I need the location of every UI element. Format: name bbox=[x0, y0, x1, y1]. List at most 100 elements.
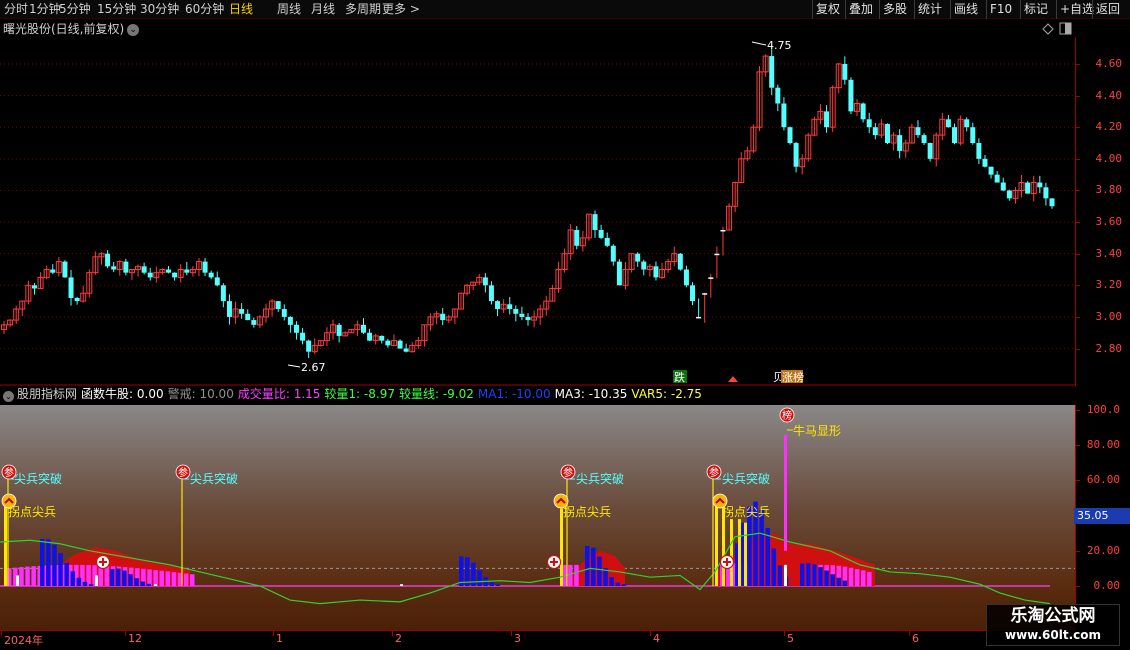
candle-body bbox=[239, 309, 245, 314]
candle bbox=[287, 316, 293, 333]
candle bbox=[574, 226, 580, 250]
candle bbox=[635, 252, 641, 267]
candle bbox=[464, 283, 471, 296]
period-tab-5[interactable]: 60分钟 bbox=[185, 1, 224, 18]
indicator-field-label: 较量1: bbox=[324, 387, 361, 401]
candle bbox=[37, 272, 44, 290]
toolbar-button-8[interactable]: 返回 bbox=[1096, 1, 1120, 18]
candle-body bbox=[952, 127, 958, 144]
indicator-field-label: 较量线: bbox=[398, 387, 440, 401]
period-tab-0[interactable]: 分时 bbox=[4, 1, 28, 18]
blue-volume-bar bbox=[70, 571, 75, 586]
collapse-icon[interactable]: ⌄ bbox=[3, 391, 14, 402]
turning-label: 拐点尖兵 bbox=[563, 504, 611, 519]
candlestick-chart[interactable]: 4.752.67跌 贝涨榜 bbox=[0, 37, 1075, 386]
toolbar-button-4[interactable]: 画线 bbox=[954, 1, 978, 18]
candle bbox=[592, 210, 598, 238]
candle-body bbox=[1037, 182, 1043, 188]
candle bbox=[342, 331, 349, 337]
toolbar-button-5[interactable]: F10 bbox=[990, 1, 1012, 18]
toolbar-button-3[interactable]: 统计 bbox=[918, 1, 942, 18]
candle-body bbox=[208, 272, 214, 278]
window-controls bbox=[1040, 22, 1074, 36]
chevron-down-icon[interactable]: ⌄ bbox=[127, 24, 140, 36]
period-tab-4[interactable]: 30分钟 bbox=[140, 1, 179, 18]
candle bbox=[902, 139, 909, 158]
toolbar-button-6[interactable]: 标记 bbox=[1024, 1, 1048, 18]
candle bbox=[653, 261, 659, 281]
toolbar-button-1[interactable]: 叠加 bbox=[849, 1, 873, 18]
candle-body bbox=[226, 301, 232, 317]
badge-can: 参 bbox=[563, 466, 573, 479]
candle bbox=[427, 313, 434, 331]
candle bbox=[184, 261, 190, 276]
panel-controls-icon[interactable] bbox=[1040, 22, 1074, 36]
toolbar-button-2[interactable]: 多股 bbox=[883, 1, 907, 18]
candle bbox=[507, 297, 513, 315]
candle bbox=[293, 321, 299, 340]
candle-body bbox=[336, 324, 342, 336]
candle bbox=[775, 84, 781, 111]
candle-body bbox=[214, 277, 220, 286]
period-tab-7[interactable]: 周线 bbox=[277, 1, 301, 18]
candle bbox=[732, 181, 739, 213]
candle bbox=[208, 270, 214, 280]
badge-can: 参 bbox=[178, 466, 188, 479]
indicator-background bbox=[0, 405, 1075, 630]
candle bbox=[890, 132, 897, 151]
date-label: 2024年 bbox=[4, 634, 43, 647]
candle-body bbox=[513, 309, 519, 314]
date-label: 3 bbox=[514, 632, 521, 645]
breakout-label: 尖兵突破 bbox=[14, 471, 62, 486]
period-tab-8[interactable]: 月线 bbox=[311, 1, 335, 18]
indicator-chart[interactable]: 参 参 参 参 榜尖兵突破 尖兵突破 尖兵突破 尖兵突破拐点尖兵 拐点尖兵 拐点尖兵 牛马显形 bbox=[0, 405, 1075, 630]
candle bbox=[403, 343, 409, 353]
toolbar-separator bbox=[950, 0, 951, 19]
candle bbox=[762, 54, 769, 77]
candle bbox=[177, 264, 184, 283]
toolbar-button-7[interactable]: +自选 bbox=[1060, 1, 1094, 18]
candle bbox=[495, 300, 501, 317]
candle-body bbox=[964, 119, 970, 128]
candle bbox=[306, 339, 312, 358]
period-tab-1[interactable]: 1分钟 bbox=[29, 1, 61, 18]
date-tick bbox=[125, 631, 126, 636]
signal-rank: 涨榜 bbox=[782, 370, 804, 384]
blue-volume-bar bbox=[110, 568, 115, 586]
period-tab-6[interactable]: 日线 bbox=[229, 1, 253, 18]
magenta-volume-bar bbox=[183, 573, 189, 586]
blue-volume-bar bbox=[82, 581, 88, 586]
candle bbox=[598, 224, 604, 240]
date-label: 6 bbox=[912, 632, 919, 645]
candle bbox=[988, 166, 994, 179]
candle bbox=[43, 265, 50, 280]
candle bbox=[744, 146, 751, 162]
period-tab-9[interactable]: 多周期 bbox=[345, 1, 381, 18]
blue-volume-bar bbox=[591, 547, 596, 586]
blue-volume-bar bbox=[76, 577, 82, 586]
period-tab-10[interactable]: 更多 > bbox=[382, 1, 420, 18]
indicator-name[interactable]: 股朋指标网 bbox=[17, 387, 77, 401]
candle bbox=[409, 342, 416, 353]
watermark-url: www.60lt.com bbox=[1004, 628, 1102, 642]
toolbar-separator bbox=[1092, 0, 1093, 19]
candle-body bbox=[653, 266, 659, 278]
candle-body bbox=[915, 127, 921, 136]
candle bbox=[567, 224, 574, 260]
candle bbox=[415, 336, 422, 349]
period-tab-2[interactable]: 5分钟 bbox=[59, 1, 91, 18]
candle bbox=[555, 261, 562, 293]
blue-volume-bar bbox=[40, 538, 45, 586]
date-label: 5 bbox=[787, 632, 794, 645]
candle bbox=[549, 284, 556, 302]
candle bbox=[116, 260, 123, 276]
yellow-signal-bar bbox=[4, 506, 7, 586]
period-tab-3[interactable]: 15分钟 bbox=[97, 1, 136, 18]
price-tick-label: 4.00 bbox=[1095, 151, 1123, 165]
candle bbox=[330, 319, 337, 340]
toolbar-button-0[interactable]: 复权 bbox=[816, 1, 840, 18]
magenta-volume-bar bbox=[848, 567, 854, 586]
candle bbox=[945, 115, 951, 128]
price-tick bbox=[1076, 95, 1080, 97]
blue-volume-bar bbox=[759, 510, 764, 586]
